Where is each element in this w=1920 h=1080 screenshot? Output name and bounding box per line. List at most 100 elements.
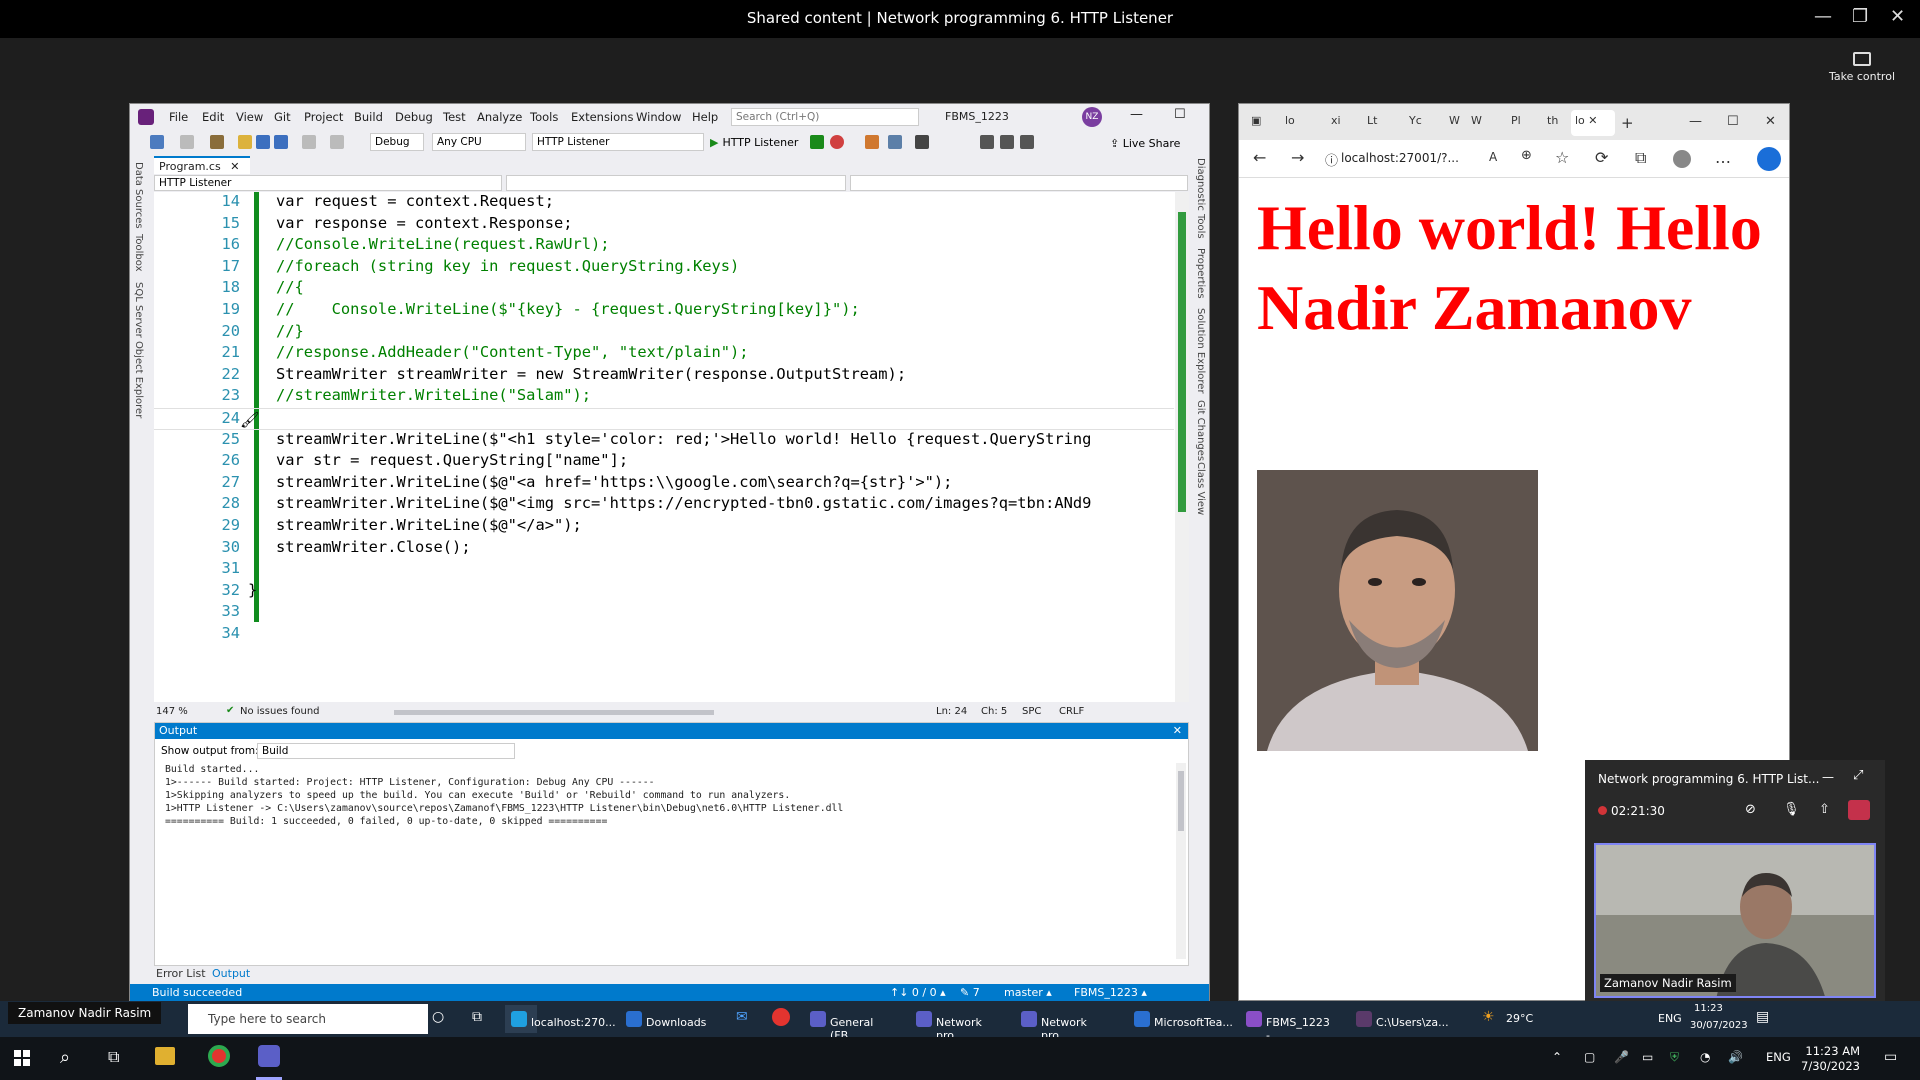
document-tab-program-cs[interactable]: Program.cs ✕ bbox=[154, 156, 250, 174]
start-debugging-button[interactable]: ▶ HTTP Listener bbox=[710, 136, 798, 149]
read-aloud-icon[interactable]: A bbox=[1489, 150, 1497, 164]
meet-now-icon[interactable]: ▢ bbox=[1584, 1050, 1595, 1064]
camera-off-icon[interactable]: ⊘ bbox=[1745, 802, 1756, 817]
task-view-icon[interactable]: ⧉ bbox=[108, 1047, 119, 1067]
cortana-icon[interactable]: ○ bbox=[432, 1009, 444, 1025]
maximize-icon[interactable]: ☐ bbox=[1727, 114, 1749, 130]
platform-dropdown[interactable]: Any CPU bbox=[432, 133, 526, 151]
open-icon[interactable] bbox=[238, 135, 252, 149]
taskbar-item-visual-studio[interactable]: FBMS_1223 - ... bbox=[1240, 1005, 1330, 1042]
horizontal-scrollbar[interactable] bbox=[394, 710, 714, 715]
share-screen-icon[interactable]: ⇧ bbox=[1819, 802, 1830, 817]
new-item-icon[interactable] bbox=[210, 135, 224, 149]
project-dropdown[interactable]: HTTP Listener bbox=[154, 175, 502, 191]
browser-tab[interactable]: Yc bbox=[1409, 114, 1431, 130]
new-tab-icon[interactable]: + bbox=[1621, 114, 1643, 132]
favorite-icon[interactable]: ☆ bbox=[1555, 148, 1569, 167]
notification-icon[interactable]: ▭ bbox=[1884, 1049, 1897, 1065]
volume-icon[interactable]: 🔊 bbox=[1728, 1050, 1743, 1064]
taskbar-search-input[interactable]: Type here to search bbox=[188, 1004, 428, 1034]
bookmark-prev-icon[interactable] bbox=[1000, 135, 1014, 149]
browser-link-icon[interactable] bbox=[865, 135, 879, 149]
chrome-icon[interactable] bbox=[772, 1008, 790, 1026]
close-icon[interactable]: ✕ bbox=[1173, 724, 1182, 737]
taskbar-item-teams-general[interactable]: General (FB... bbox=[804, 1005, 873, 1042]
start-without-debugging-icon[interactable] bbox=[810, 135, 824, 149]
close-icon[interactable]: ✕ bbox=[230, 160, 239, 173]
take-control-button[interactable]: Take control bbox=[1822, 52, 1902, 83]
menu-edit[interactable]: Edit bbox=[202, 110, 224, 124]
tab-properties[interactable]: Properties bbox=[1195, 248, 1206, 299]
line-ending[interactable]: CRLF bbox=[1059, 706, 1084, 717]
start-icon[interactable] bbox=[14, 1050, 30, 1066]
task-view-icon[interactable]: ⧉ bbox=[472, 1009, 482, 1025]
back-icon[interactable] bbox=[150, 135, 164, 149]
current-line[interactable]: 24 🖌 bbox=[154, 408, 1174, 430]
whitespace-mode[interactable]: SPC bbox=[1022, 706, 1041, 717]
weather-temp[interactable]: 29°C bbox=[1506, 1012, 1533, 1025]
browser-tab[interactable]: th bbox=[1547, 114, 1569, 130]
menu-debug[interactable]: Debug bbox=[395, 110, 433, 124]
menu-file[interactable]: File bbox=[169, 110, 188, 124]
menu-build[interactable]: Build bbox=[354, 110, 383, 124]
search-icon[interactable]: ⌕ bbox=[60, 1047, 70, 1068]
tab-output[interactable]: Output bbox=[212, 967, 250, 980]
tab-error-list[interactable]: Error List bbox=[156, 967, 206, 980]
taskbar-item-browser[interactable]: localhost:270... bbox=[505, 1005, 616, 1033]
branch-name[interactable]: master ▴ bbox=[1004, 986, 1052, 999]
split-screen-icon[interactable]: ⧉ bbox=[1635, 148, 1646, 168]
refresh-icon[interactable]: ⟳ bbox=[1595, 148, 1608, 167]
avatar[interactable]: NZ bbox=[1082, 107, 1102, 127]
minimize-icon[interactable]: — bbox=[1130, 107, 1143, 122]
tab-class-view[interactable]: Class View bbox=[1195, 462, 1206, 515]
zoom-icon[interactable]: ⊕ bbox=[1521, 148, 1532, 163]
mail-icon[interactable]: ✉ bbox=[736, 1009, 748, 1025]
bookmark-next-icon[interactable] bbox=[1020, 135, 1034, 149]
battery-icon[interactable]: ▭ bbox=[1642, 1050, 1653, 1064]
browser-tab-active[interactable]: lo ✕ bbox=[1571, 110, 1615, 136]
menu-project[interactable]: Project bbox=[304, 110, 343, 124]
live-share-button[interactable]: ⇪ Live Share bbox=[1110, 137, 1180, 150]
menu-window[interactable]: Window bbox=[636, 110, 681, 124]
git-sync-status[interactable]: ↑↓ 0 / 0 ▴ bbox=[890, 986, 946, 999]
menu-extensions[interactable]: Extensions bbox=[571, 110, 633, 124]
forward-icon[interactable]: → bbox=[1291, 148, 1304, 167]
output-scrollbar[interactable] bbox=[1176, 763, 1186, 959]
scroll-thumb[interactable] bbox=[1178, 212, 1186, 512]
portrait-image[interactable] bbox=[1257, 470, 1538, 751]
search-input[interactable]: Search (Ctrl+Q) bbox=[731, 108, 919, 126]
language-indicator[interactable]: ENG bbox=[1766, 1050, 1791, 1064]
taskbar-item-microsoft-teams[interactable]: MicrosoftTea... bbox=[1128, 1005, 1233, 1033]
bookmark-icon[interactable] bbox=[980, 135, 994, 149]
close-icon[interactable]: ✕ bbox=[1890, 6, 1905, 27]
step-icon[interactable] bbox=[915, 135, 929, 149]
notifications-icon[interactable]: ▤ bbox=[1756, 1009, 1769, 1025]
back-icon[interactable]: ← bbox=[1253, 148, 1266, 167]
tab-sql-server-object-explorer[interactable]: SQL Server Object Explorer bbox=[133, 282, 144, 418]
hot-reload-icon[interactable] bbox=[830, 135, 844, 149]
taskbar-item-console[interactable]: C:\Users\za... bbox=[1350, 1005, 1449, 1033]
microphone-icon[interactable]: 🎤 bbox=[1614, 1050, 1629, 1064]
output-source-dropdown[interactable]: Build bbox=[257, 743, 515, 759]
chevron-up-icon[interactable]: ⌃ bbox=[1552, 1050, 1562, 1064]
maximize-icon[interactable]: ☐ bbox=[1174, 107, 1186, 122]
zoom-level[interactable]: 147 % bbox=[156, 706, 188, 717]
menu-help[interactable]: Help bbox=[692, 110, 718, 124]
wifi-icon[interactable]: ◔ bbox=[1700, 1050, 1710, 1064]
chrome-icon[interactable] bbox=[208, 1045, 230, 1067]
layout-icon[interactable] bbox=[888, 135, 902, 149]
url-input[interactable]: localhost:27001/?... bbox=[1341, 148, 1491, 170]
browser-tab[interactable]: lo bbox=[1285, 114, 1307, 130]
save-all-icon[interactable] bbox=[274, 135, 288, 149]
undo-icon[interactable] bbox=[302, 135, 316, 149]
taskbar-item-teams-network-2[interactable]: Network pro... bbox=[1015, 1005, 1087, 1042]
tab-actions-icon[interactable]: ▣ bbox=[1251, 114, 1273, 130]
redo-icon[interactable] bbox=[330, 135, 344, 149]
pending-changes[interactable]: ✎ 7 bbox=[960, 986, 980, 999]
code-editor[interactable]: 14 var request = context.Request; 15 var r… bbox=[154, 192, 1189, 702]
browser-tab[interactable]: Lt bbox=[1367, 114, 1389, 130]
browser-tab[interactable]: xi bbox=[1331, 114, 1353, 130]
editor-scrollbar[interactable] bbox=[1175, 192, 1189, 702]
issues-status[interactable]: No issues found bbox=[240, 706, 320, 717]
forward-icon[interactable] bbox=[180, 135, 194, 149]
